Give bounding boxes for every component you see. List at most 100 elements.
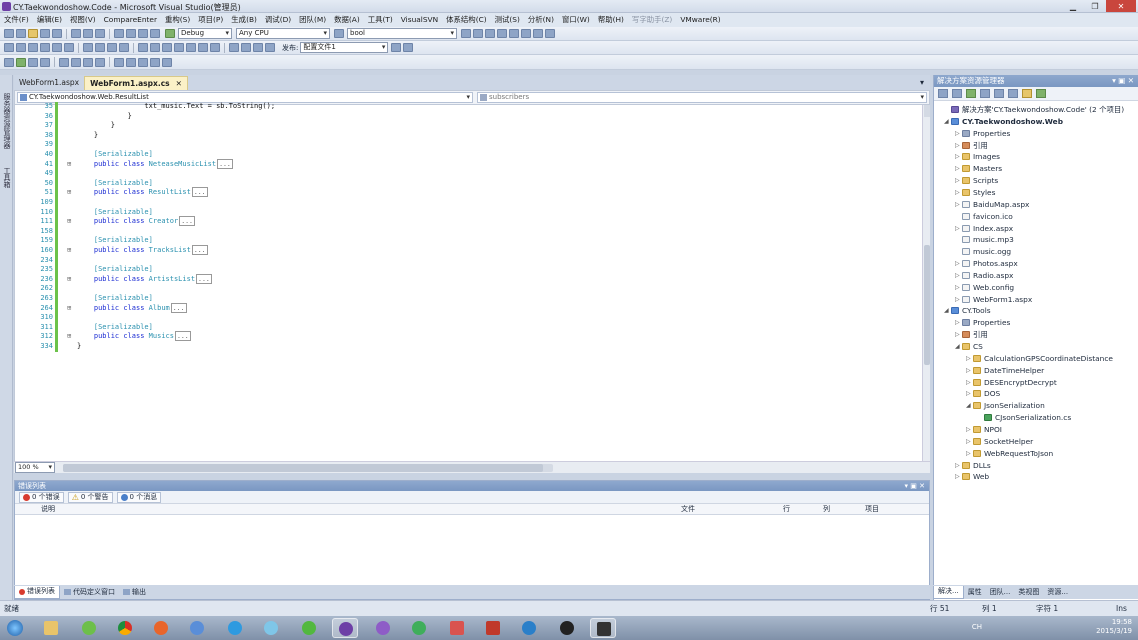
code-line[interactable]: } (77, 112, 132, 120)
tree-node[interactable]: ▷ WebForm1.aspx (955, 294, 1032, 305)
lock-controls-icon[interactable] (229, 43, 239, 52)
collapsed-region[interactable]: ... (217, 158, 233, 169)
tab-order-icon[interactable] (241, 43, 251, 52)
toolbox-tab[interactable]: 工具箱 (2, 167, 12, 188)
remove-spacing-icon[interactable] (174, 43, 184, 52)
tree-node[interactable]: ◢ CY.Taekwondoshow.Web (944, 116, 1063, 127)
tree-node[interactable]: ◢ CS (955, 341, 983, 352)
file-explorer-icon[interactable] (38, 618, 64, 638)
tree-node[interactable]: ▷ 引用 (955, 329, 988, 340)
align-lefts-icon[interactable] (4, 43, 14, 52)
save-icon[interactable] (40, 29, 50, 38)
book-app-icon[interactable] (480, 618, 506, 638)
expander-icon[interactable]: ▷ (966, 390, 973, 397)
tab-code-definition[interactable]: 代码定义窗口 (60, 586, 119, 599)
menu-data[interactable]: 数据(A) (330, 13, 364, 27)
toolbar-options-icon[interactable] (403, 43, 414, 52)
align-rights-icon[interactable] (28, 43, 38, 52)
code-line[interactable]: [Serializable] (77, 179, 153, 187)
errors-filter-button[interactable]: 0 个错误 (19, 491, 64, 503)
menu-visualsvn[interactable]: VisualSVN (397, 13, 442, 27)
toolbar-options-icon[interactable] (545, 29, 555, 38)
k-app-icon[interactable] (516, 618, 542, 638)
tree-node[interactable]: ▷ Radio.aspx (955, 270, 1013, 281)
align-tops-icon[interactable] (40, 43, 50, 52)
collapsed-region[interactable]: ... (191, 245, 208, 255)
next-bookmark-icon[interactable] (138, 57, 148, 67)
close-button[interactable]: ✕ (1106, 0, 1136, 12)
tab-list-chevron-icon[interactable]: ▾ (920, 78, 924, 87)
tree-node[interactable]: ▷ DESEncryptDecrypt (966, 377, 1057, 388)
expander-icon[interactable]: ▷ (966, 379, 973, 386)
cut-icon[interactable] (71, 29, 81, 38)
tree-node[interactable]: ▷ Web (955, 471, 989, 482)
tree-node[interactable]: ▷ Index.aspx (955, 223, 1013, 234)
tab-error-list[interactable]: 错误列表 (14, 585, 60, 599)
send-to-back-icon[interactable] (210, 43, 220, 52)
tree-node[interactable]: ▷ Styles (955, 187, 995, 198)
green-app-icon[interactable] (296, 618, 322, 638)
tree-node[interactable]: ▷ Properties (955, 317, 1010, 328)
expander-icon[interactable]: ◢ (944, 307, 951, 314)
code-line[interactable]: [Serializable] (77, 150, 153, 158)
align-centers-icon[interactable] (16, 43, 26, 52)
expander-icon[interactable]: ▷ (955, 296, 962, 303)
show-all-files-icon[interactable] (952, 89, 962, 98)
messages-filter-button[interactable]: 0 个消息 (116, 491, 162, 503)
app-blue-icon[interactable] (222, 618, 248, 638)
expander-icon[interactable]: ▷ (955, 142, 962, 149)
code-line[interactable]: public class ResultList... (77, 187, 208, 198)
center-vertically-icon[interactable] (265, 43, 275, 52)
uncomment-lines-icon[interactable] (95, 57, 105, 67)
server-explorer-tab[interactable]: 服务器资源管理器 (2, 93, 12, 149)
expander-icon[interactable]: ▷ (966, 438, 973, 445)
green-e-app-icon[interactable] (406, 618, 432, 638)
firefox-icon[interactable] (148, 618, 174, 638)
increase-spacing-icon[interactable] (150, 43, 160, 52)
tree-node[interactable]: ▷ NPOI (966, 424, 1002, 435)
refresh-icon[interactable] (966, 89, 976, 98)
make-same-height-icon[interactable] (95, 43, 105, 52)
menu-architecture[interactable]: 体系结构(C) (442, 13, 491, 27)
add-item-icon[interactable] (16, 29, 26, 38)
menu-vmware[interactable]: VMware(R) (676, 13, 724, 27)
expander-icon[interactable]: ▷ (955, 284, 962, 291)
scroll-thumb[interactable] (63, 463, 543, 472)
visual-studio-taskbar-icon[interactable] (332, 618, 358, 638)
display-parameter-info-icon[interactable] (16, 57, 26, 67)
menu-debug[interactable]: 调试(D) (261, 13, 295, 27)
code-line[interactable]: public class TracksList... (77, 245, 208, 255)
decrease-spacing-icon[interactable] (162, 43, 172, 52)
tab-webform1-aspx[interactable]: WebForm1.aspx (14, 76, 84, 90)
editor-horizontal-scrollbar[interactable] (63, 463, 553, 472)
tree-node[interactable]: ▷ BaiduMap.aspx (955, 199, 1029, 210)
properties-icon[interactable] (938, 89, 948, 98)
paste-icon[interactable] (95, 29, 105, 38)
asp-net-config-icon[interactable] (1036, 89, 1046, 98)
menu-project[interactable]: 项目(P) (194, 13, 227, 27)
expand-outline-icon[interactable]: ⊞ (67, 246, 71, 254)
tab-resource-view[interactable]: 资源... (1043, 586, 1072, 599)
expander-icon[interactable]: ▷ (955, 319, 962, 326)
object-browser-icon[interactable] (485, 29, 495, 38)
code-line[interactable]: public class NeteaseMusicList... (77, 158, 233, 169)
bring-to-front-icon[interactable] (198, 43, 208, 52)
align-bottoms-icon[interactable] (64, 43, 74, 52)
expander-icon[interactable]: ▷ (955, 462, 962, 469)
start-debugging-icon[interactable] (165, 29, 175, 38)
menu-test[interactable]: 测试(S) (491, 13, 524, 27)
solution-platform-combo[interactable]: Any CPU (236, 28, 330, 39)
code-line[interactable]: [Serializable] (77, 236, 153, 244)
panel-controls[interactable]: ▾ ▣ ✕ (905, 481, 925, 491)
collapsed-region[interactable]: ... (179, 216, 195, 227)
display-object-member-list-icon[interactable] (4, 57, 14, 67)
expander-icon[interactable]: ▷ (955, 331, 962, 338)
panel-controls[interactable]: ▾ ▣ ✕ (1112, 75, 1134, 87)
tree-node[interactable]: ▷ Web.config (955, 282, 1014, 293)
tree-node[interactable]: ▷ Photos.aspx (955, 258, 1018, 269)
expand-outline-icon[interactable]: ⊞ (67, 160, 71, 168)
make-same-width-icon[interactable] (83, 43, 93, 52)
view-designer-icon[interactable] (994, 89, 1004, 98)
tree-node[interactable]: ▷ DateTimeHelper (966, 365, 1044, 376)
tree-node[interactable]: music.ogg (955, 246, 1011, 257)
